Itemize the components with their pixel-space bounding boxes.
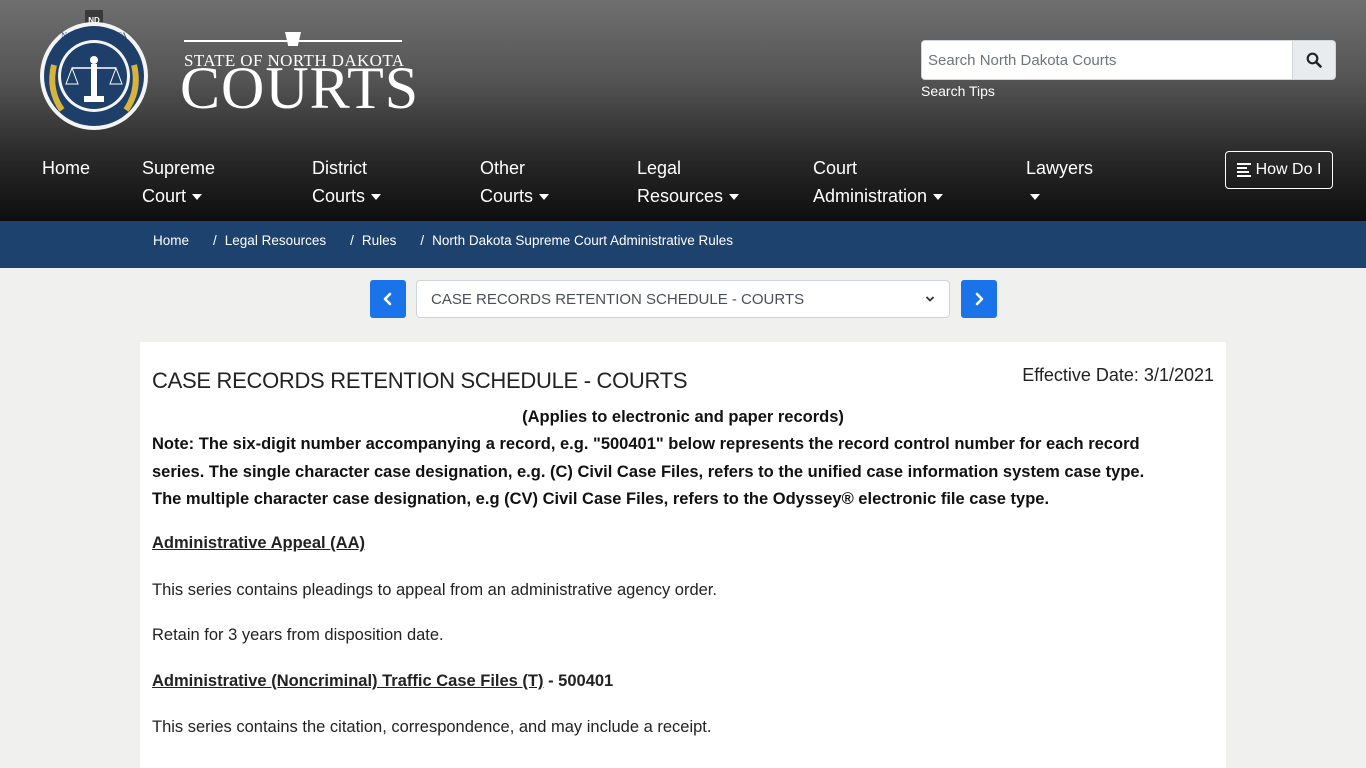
effective-date: Effective Date: 3/1/2021: [1022, 365, 1214, 385]
nav-item-supreme-court[interactable]: Supreme Court: [142, 154, 215, 210]
nav-item-other-courts[interactable]: Other Courts: [480, 154, 550, 210]
next-rule-button[interactable]: [961, 280, 997, 318]
caret-down-icon: [192, 194, 203, 201]
chevron-down-icon: [925, 296, 935, 302]
caret-down-icon: [933, 194, 944, 201]
nav-item-label-line2: Court: [142, 186, 187, 206]
site-header: ND NORTH DAKOTA COURTS STATE OF NORTH DA…: [0, 0, 1366, 221]
document-card: CASE RECORDS RETENTION SCHEDULE - COURTS…: [140, 342, 1226, 768]
search-button[interactable]: [1293, 40, 1336, 80]
section-description: This series contains the citation, corre…: [152, 718, 712, 736]
nav-item-label-line2: Courts: [312, 186, 366, 206]
previous-rule-button[interactable]: [370, 280, 406, 318]
nav-item-label-line2: Administration: [813, 186, 928, 206]
rule-select-dropdown[interactable]: CASE RECORDS RETENTION SCHEDULE - COURTS: [416, 280, 950, 318]
breadcrumb: Home / Legal Resources / Rules / North D…: [153, 233, 733, 248]
how-do-i-label: How Do I: [1255, 161, 1322, 178]
site-wordmark[interactable]: STATE OF NORTH DAKOTA COURTS: [180, 30, 418, 120]
section-record-number: - 500401: [543, 672, 614, 690]
nav-item-legal-resources[interactable]: Legal Resources: [637, 154, 740, 210]
caret-down-icon: [371, 194, 382, 201]
section-heading-title: Administrative (Noncriminal) Traffic Cas…: [152, 672, 544, 690]
chevron-right-icon: [975, 292, 984, 306]
nav-item-label-line2: Resources: [637, 186, 724, 206]
nav-item-court-administration[interactable]: Court Administration: [813, 154, 944, 210]
nav-item-label-line1: Other: [480, 158, 526, 178]
document-title: CASE RECORDS RETENTION SCHEDULE - COURTS: [152, 368, 688, 393]
breadcrumb-rules[interactable]: Rules: [362, 233, 397, 248]
section-heading: Administrative (Noncriminal) Traffic Cas…: [152, 672, 613, 691]
applies-note: (Applies to electronic and paper records…: [522, 408, 844, 426]
breadcrumb-legal-resources[interactable]: Legal Resources: [225, 233, 326, 248]
nav-item-label-line2: Courts: [480, 186, 534, 206]
nav-item-home[interactable]: Home: [42, 154, 90, 182]
section-description: This series contains pleadings to appeal…: [152, 581, 717, 599]
align-left-lines-icon: [1236, 163, 1251, 177]
nav-item-label-line1: Court: [813, 158, 858, 178]
breadcrumb-bar: Home / Legal Resources / Rules / North D…: [0, 221, 1366, 268]
section-heading: Administrative Appeal (AA): [152, 534, 365, 553]
north-dakota-courts-seal-logo[interactable]: ND NORTH DAKOTA COURTS: [40, 10, 150, 134]
rule-select-value: CASE RECORDS RETENTION SCHEDULE - COURTS: [431, 290, 805, 308]
breadcrumb-separator: /: [350, 233, 354, 248]
search-tips-link[interactable]: Search Tips: [921, 83, 995, 99]
nav-item-label-line1: Lawyers: [1026, 158, 1094, 178]
search-icon: [1306, 52, 1322, 68]
seal-ring-top-text: NORTH DAKOTA: [61, 30, 128, 40]
search-input[interactable]: [921, 40, 1293, 80]
nav-item-lawyers[interactable]: Lawyers: [1026, 154, 1093, 210]
breadcrumb-separator: /: [420, 233, 425, 248]
chevron-left-icon: [383, 292, 392, 306]
seal-ring-bottom-text: COURTS: [78, 116, 109, 125]
wordmark-keystone: [285, 32, 301, 46]
how-do-i-button[interactable]: How Do I: [1225, 151, 1333, 189]
breadcrumb-separator: /: [213, 233, 217, 248]
nav-item-label-line1: District: [312, 158, 367, 178]
main-nav: Home Supreme Court District Courts Other…: [0, 150, 1366, 220]
caret-down-icon: [729, 194, 740, 201]
nav-item-label: Home: [42, 158, 91, 178]
section-retention: Retain for 3 years from disposition date…: [152, 626, 444, 644]
nav-item-label-line1: Supreme: [142, 158, 216, 178]
breadcrumb-home[interactable]: Home: [153, 233, 189, 248]
wordmark-courts-text: COURTS: [180, 55, 420, 121]
nav-item-label-line1: Legal: [637, 158, 682, 178]
section-heading-title: Administrative Appeal (AA): [152, 534, 366, 552]
search-bar: [921, 40, 1336, 80]
nav-item-district-courts[interactable]: District Courts: [312, 154, 382, 210]
caret-down-icon: [539, 194, 550, 201]
record-number-note: Note: The six-digit number accompanying …: [152, 435, 1145, 508]
breadcrumb-administrative-rules[interactable]: North Dakota Supreme Court Administrativ…: [432, 233, 733, 248]
caret-down-icon: [1030, 194, 1040, 201]
